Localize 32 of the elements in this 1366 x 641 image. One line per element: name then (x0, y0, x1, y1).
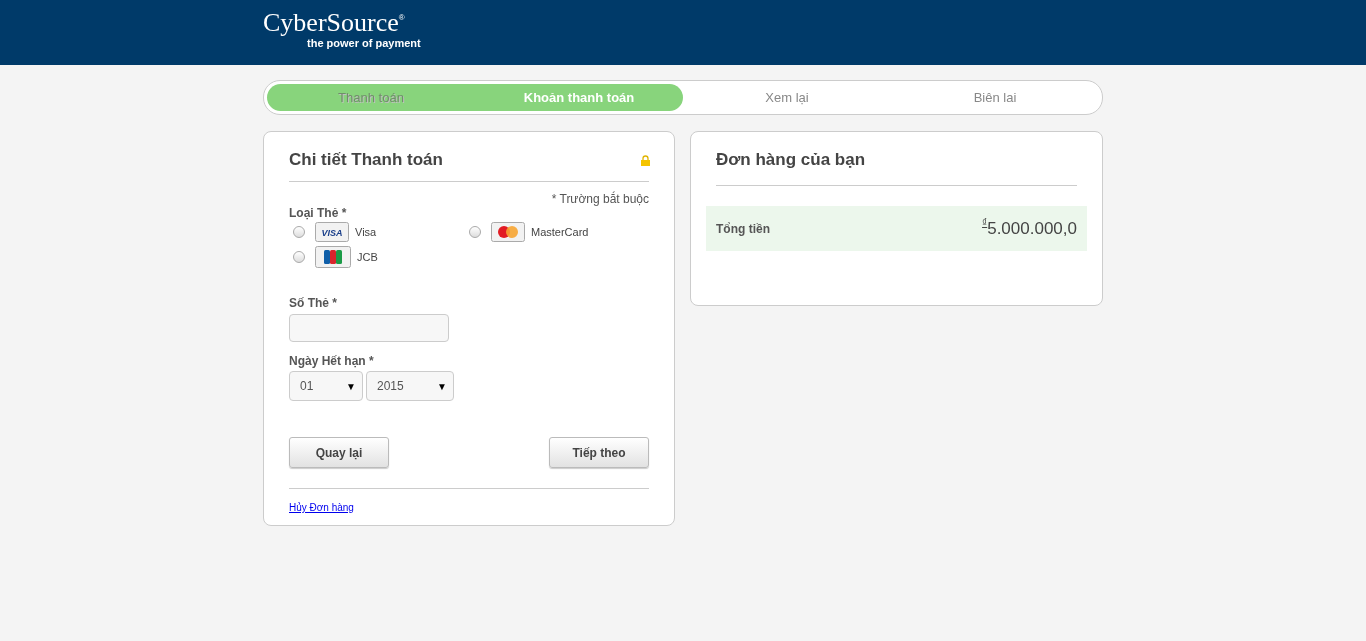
total-amount: 5.000.000,0 (987, 218, 1077, 239)
radio-button[interactable] (469, 226, 481, 238)
jcb-card-icon (315, 246, 351, 268)
step-label: Khoản thanh toán (522, 89, 636, 107)
card-title: Chi tiết Thanh toán (289, 150, 443, 170)
field-label: Số Thẻ * (289, 296, 338, 310)
card-type-label: Visa (355, 226, 377, 238)
lock-icon (641, 154, 650, 166)
next-button[interactable]: Tiếp theo (549, 437, 649, 468)
card-title: Đơn hàng của bạn (716, 150, 1077, 186)
required-note: * Trường bắt buộc (551, 192, 649, 206)
logo-tagline: the power of payment (307, 37, 421, 49)
currency-symbol: ₫ (982, 216, 988, 228)
field-label: Loại Thẻ * (289, 206, 348, 220)
mastercard-card-icon (491, 222, 525, 242)
total-label: Tổng tiền (716, 221, 770, 236)
month-dropdown[interactable]: 01 ▼ (289, 371, 363, 401)
radio-button[interactable] (293, 226, 305, 238)
card-number-field[interactable] (289, 314, 449, 342)
visa-logo-text: VISA (321, 228, 343, 238)
registered-mark: ® (398, 13, 405, 22)
step-label: Thanh toán (337, 89, 405, 107)
card-type-label: JCB (357, 251, 378, 263)
radio-button[interactable] (293, 251, 305, 263)
logo-text: CyberSource (263, 9, 399, 37)
step-label: Biên lai (972, 89, 1018, 107)
back-button[interactable]: Quay lại (289, 437, 389, 468)
cancel-order-link[interactable]: Hủy Đơn hàng (289, 502, 354, 513)
step-label: Xem lại (764, 89, 810, 107)
field-label: Ngày Hết hạn * (289, 354, 375, 368)
card-type-label: MasterCard (531, 226, 589, 238)
year-dropdown[interactable]: 2015 ▼ (366, 371, 454, 401)
